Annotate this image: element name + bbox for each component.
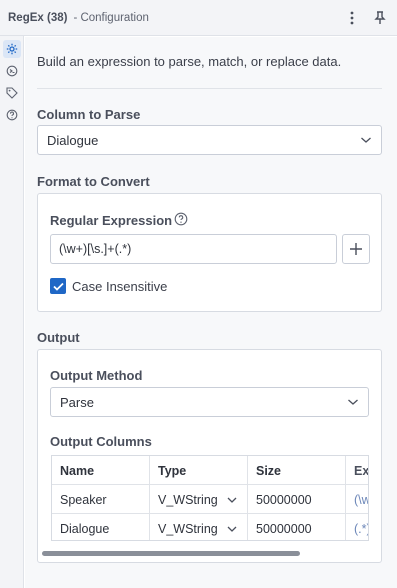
help-icon[interactable] bbox=[174, 212, 188, 226]
chevron-down-icon bbox=[361, 137, 371, 143]
help-circle-icon[interactable] bbox=[3, 106, 21, 124]
cell-name[interactable]: Speaker bbox=[52, 485, 150, 514]
cell-expression[interactable]: (.*) bbox=[346, 514, 368, 540]
output-label: Output bbox=[37, 330, 80, 345]
output-columns-grid: Name Type Size Exp Speaker V_WString 500… bbox=[51, 455, 369, 541]
cell-expression[interactable]: (\w bbox=[346, 485, 368, 514]
cell-type-value: V_WString bbox=[158, 492, 218, 507]
case-insensitive-option[interactable]: Case Insensitive bbox=[50, 278, 167, 294]
divider bbox=[37, 88, 382, 89]
column-to-parse-value: Dialogue bbox=[47, 132, 99, 148]
regular-expression-input[interactable]: (\w+)[\s.]+(.*) bbox=[50, 234, 337, 264]
column-header-size[interactable]: Size bbox=[248, 456, 346, 485]
header-actions bbox=[345, 0, 387, 36]
cell-name[interactable]: Dialogue bbox=[52, 514, 150, 540]
configuration-content: Build an expression to parse, match, or … bbox=[25, 37, 397, 588]
side-rail bbox=[0, 36, 24, 588]
table-row: Dialogue V_WString 50000000 (.*) bbox=[52, 514, 368, 540]
format-to-convert-label: Format to Convert bbox=[37, 174, 150, 189]
column-to-parse-select[interactable]: Dialogue bbox=[37, 125, 382, 155]
grid-header-row: Name Type Size Exp bbox=[52, 456, 368, 485]
cell-type-value: V_WString bbox=[158, 521, 218, 536]
case-insensitive-checkbox[interactable] bbox=[50, 278, 66, 294]
output-method-select[interactable]: Parse bbox=[50, 387, 369, 417]
column-header-type[interactable]: Type bbox=[150, 456, 248, 485]
plus-icon bbox=[350, 243, 362, 255]
format-to-convert-panel: Regular Expression (\w+)[\s.]+(.*) Case … bbox=[37, 193, 382, 312]
output-panel: Output Method Parse Output Columns Name … bbox=[37, 349, 382, 563]
connection-icon[interactable] bbox=[3, 62, 21, 80]
configuration-subtitle: - Configuration bbox=[73, 11, 149, 24]
column-to-parse-label: Column to Parse bbox=[37, 107, 141, 122]
output-columns-label: Output Columns bbox=[50, 434, 152, 449]
gear-icon[interactable] bbox=[3, 40, 21, 58]
add-token-button[interactable] bbox=[342, 234, 370, 264]
more-vertical-icon[interactable] bbox=[345, 10, 359, 26]
output-method-value: Parse bbox=[60, 394, 94, 410]
horizontal-scrollbar[interactable] bbox=[38, 550, 356, 556]
column-header-name[interactable]: Name bbox=[52, 456, 150, 485]
scrollbar-thumb[interactable] bbox=[42, 551, 300, 556]
output-method-label: Output Method bbox=[50, 368, 143, 383]
check-icon bbox=[52, 282, 64, 291]
cell-size[interactable]: 50000000 bbox=[248, 514, 346, 540]
chevron-down-icon bbox=[227, 497, 237, 503]
chevron-down-icon bbox=[227, 526, 237, 532]
tag-icon[interactable] bbox=[3, 84, 21, 102]
table-row: Speaker V_WString 50000000 (\w bbox=[52, 485, 368, 514]
pin-icon[interactable] bbox=[373, 10, 387, 26]
case-insensitive-label: Case Insensitive bbox=[72, 278, 168, 294]
cell-type-select[interactable]: V_WString bbox=[150, 485, 248, 514]
cell-type-select[interactable]: V_WString bbox=[150, 514, 248, 540]
panel-header: RegEx (38) - Configuration bbox=[0, 0, 397, 36]
chevron-down-icon bbox=[348, 399, 358, 405]
cell-size[interactable]: 50000000 bbox=[248, 485, 346, 514]
column-header-expression[interactable]: Exp bbox=[346, 456, 368, 485]
tool-title: RegEx (38) bbox=[8, 11, 68, 24]
tool-description: Build an expression to parse, match, or … bbox=[37, 54, 342, 69]
regular-expression-label: Regular Expression bbox=[50, 213, 173, 228]
